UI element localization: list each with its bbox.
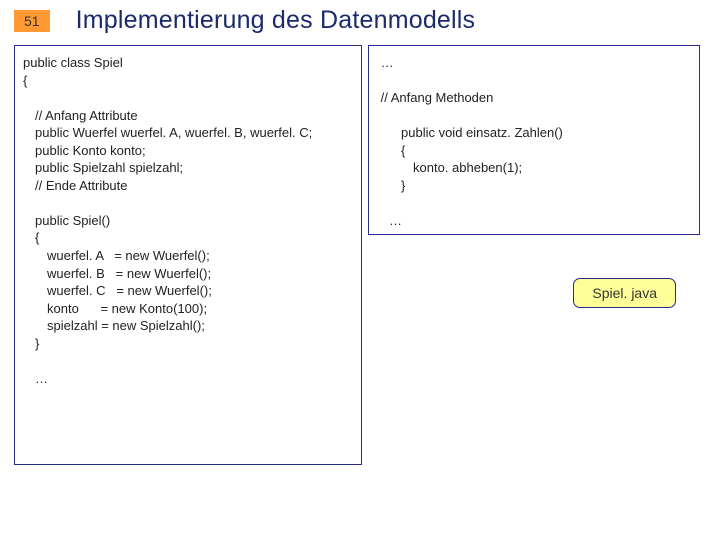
code-line: spielzahl = new Spielzahl(); <box>23 317 353 335</box>
code-line <box>23 194 353 212</box>
code-line: wuerfel. C = new Wuerfel(); <box>23 282 353 300</box>
file-name-badge: Spiel. java <box>573 278 676 308</box>
right-column: … // Anfang Methoden public void einsatz… <box>368 45 700 465</box>
page-number-badge: 51 <box>14 10 50 32</box>
code-line: { <box>23 72 353 90</box>
code-line: public Konto konto; <box>23 142 353 160</box>
content-columns: public class Spiel{ // Anfang Attributep… <box>0 45 720 465</box>
slide-title: Implementierung des Datenmodells <box>76 6 476 35</box>
code-box-right: … // Anfang Methoden public void einsatz… <box>368 45 700 235</box>
code-line <box>23 352 353 370</box>
code-line: wuerfel. A = new Wuerfel(); <box>23 247 353 265</box>
code-line <box>377 72 691 90</box>
code-line: … <box>377 212 691 230</box>
code-box-left: public class Spiel{ // Anfang Attributep… <box>14 45 362 465</box>
code-line: public Spielzahl spielzahl; <box>23 159 353 177</box>
code-line: // Ende Attribute <box>23 177 353 195</box>
code-line: public Wuerfel wuerfel. A, wuerfel. B, w… <box>23 124 353 142</box>
code-line: public void einsatz. Zahlen() <box>377 124 691 142</box>
code-line: { <box>377 142 691 160</box>
code-line <box>23 89 353 107</box>
code-line: } <box>23 335 353 353</box>
code-line <box>377 194 691 212</box>
slide-header: 51 Implementierung des Datenmodells <box>0 0 720 45</box>
code-line: konto. abheben(1); <box>377 159 691 177</box>
code-line: public class Spiel <box>23 54 353 72</box>
code-line: konto = new Konto(100); <box>23 300 353 318</box>
code-line: … <box>377 54 691 72</box>
code-line: } <box>377 177 691 195</box>
code-line: // Anfang Methoden <box>377 89 691 107</box>
code-line: // Anfang Attribute <box>23 107 353 125</box>
code-line <box>377 107 691 125</box>
code-line: … <box>23 370 353 388</box>
code-line: public Spiel() <box>23 212 353 230</box>
code-line: wuerfel. B = new Wuerfel(); <box>23 265 353 283</box>
code-line: { <box>23 229 353 247</box>
